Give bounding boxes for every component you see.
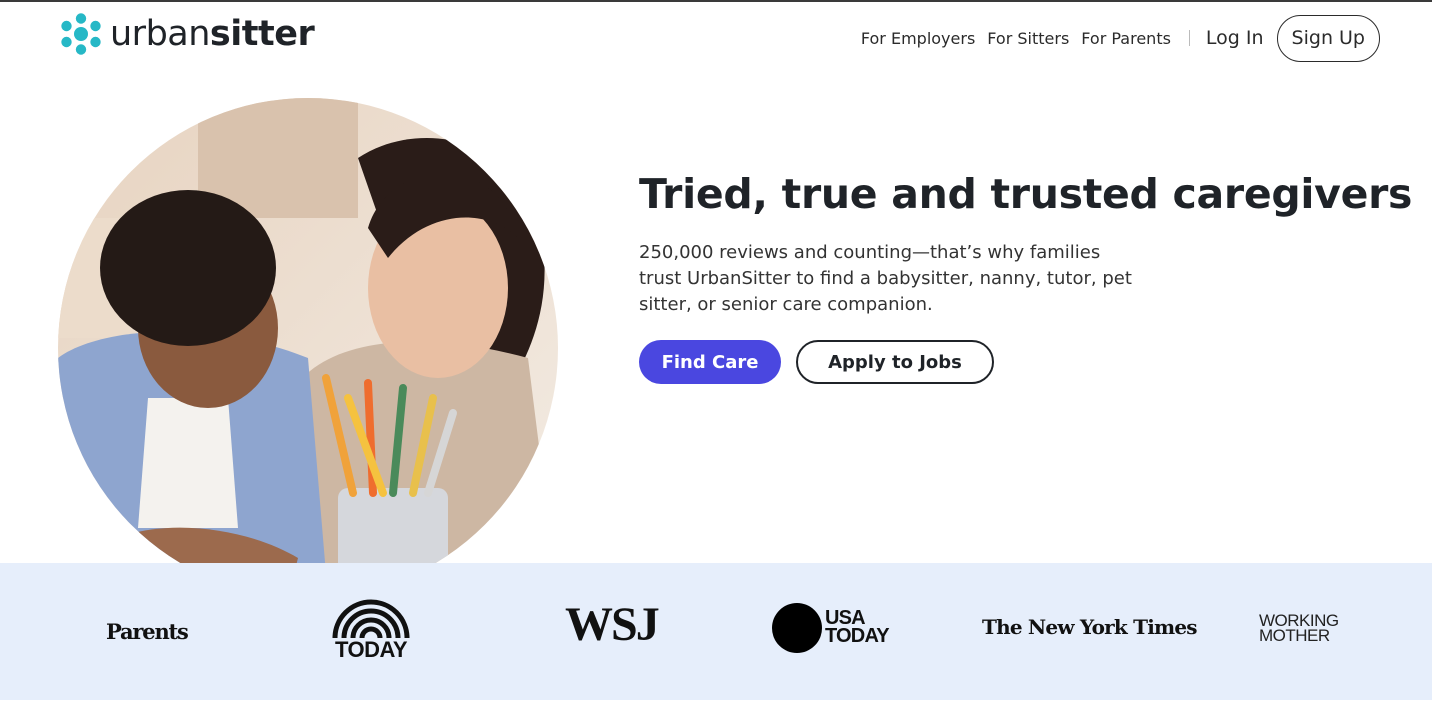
parents-logo: Parents <box>106 619 189 644</box>
urbansitter-logo[interactable]: urbansitter <box>58 10 315 58</box>
nav-for-employers[interactable]: For Employers <box>861 29 975 48</box>
press-logos-bar: Parents TODAY WSJ USA TODAY The New York… <box>0 563 1432 700</box>
find-care-button[interactable]: Find Care <box>639 340 781 384</box>
today-logo: TODAY <box>330 597 412 663</box>
usa-today-wordmark: USA TODAY <box>825 607 890 647</box>
hero-subtext: 250,000 reviews and counting—that’s why … <box>639 242 1132 315</box>
dots-cluster-logo-icon <box>61 13 101 55</box>
usa-today-dot-icon <box>772 603 822 653</box>
hero-content: Tried, true and trusted caregivers 250,0… <box>639 170 1413 384</box>
logo-wordmark: urbansitter <box>110 13 315 54</box>
signup-button[interactable]: Sign Up <box>1276 14 1380 62</box>
wsj-logo: WSJ <box>565 598 660 651</box>
nav-divider <box>1188 30 1190 46</box>
nav-for-sitters[interactable]: For Sitters <box>987 29 1069 48</box>
today-wordmark: TODAY <box>334 637 408 662</box>
apply-to-jobs-button[interactable]: Apply to Jobs <box>796 340 994 384</box>
hero-cta-group: Find Care Apply to Jobs <box>639 340 1379 384</box>
hero-headline: Tried, true and trusted caregivers <box>639 170 1413 218</box>
nyt-logo: The New York Times <box>982 615 1198 639</box>
working-mother-logo: WORKING MOTHER <box>1259 611 1339 645</box>
hero-photo <box>58 98 558 598</box>
top-border <box>0 0 1432 2</box>
usa-today-logo: USA TODAY <box>772 603 902 655</box>
nav-for-parents[interactable]: For Parents <box>1081 29 1171 48</box>
rainbow-arcs-icon <box>332 599 410 639</box>
main-nav: For Employers For Sitters For Parents Lo… <box>849 14 1380 62</box>
login-link[interactable]: Log In <box>1206 27 1264 49</box>
